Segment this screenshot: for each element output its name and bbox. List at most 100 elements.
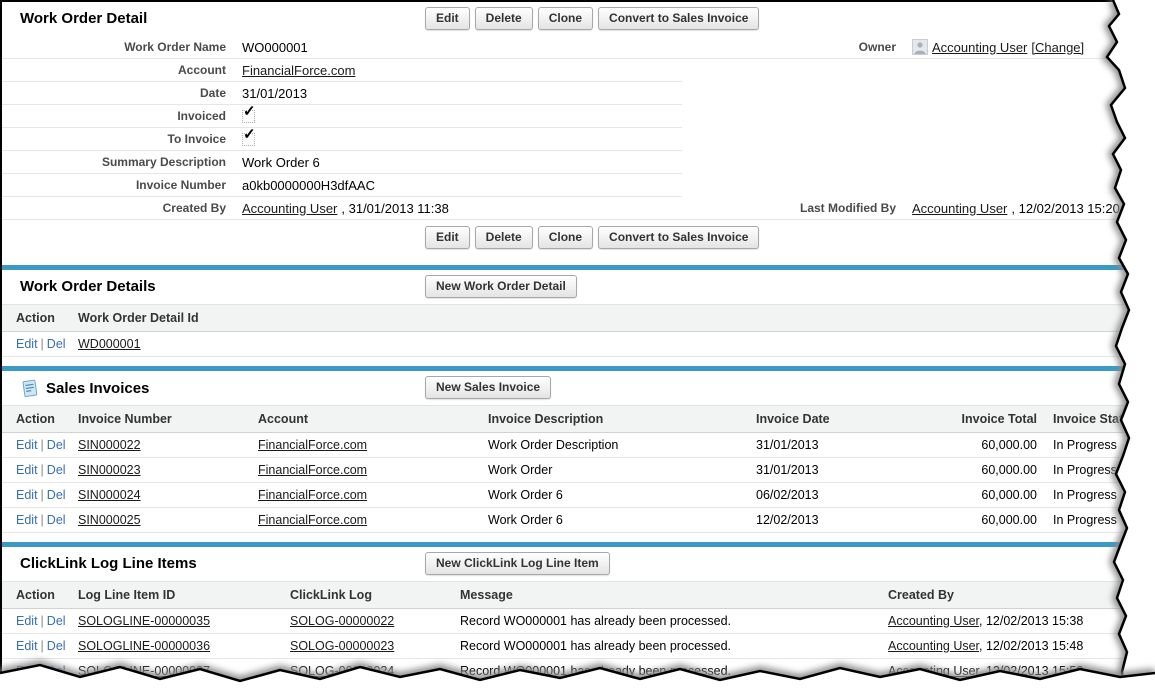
invoice-date: 31/01/2013 [748, 458, 873, 483]
log-line-item-id-link[interactable]: SOLOGLINE-00000035 [78, 614, 210, 628]
edit-button[interactable]: Edit [425, 226, 470, 249]
sales-invoices-table: Action Invoice Number Account Invoice De… [2, 405, 1130, 533]
invoice-total: 60,000.00 [873, 483, 1045, 508]
del-link[interactable]: Del [47, 664, 66, 678]
account-link[interactable]: FinancialForce.com [242, 63, 355, 78]
owner-user-link[interactable]: Accounting User [932, 40, 1027, 55]
account-link[interactable]: FinancialForce.com [258, 438, 367, 452]
edit-link[interactable]: Edit [16, 488, 38, 502]
last-modified-user-link[interactable]: Accounting User [912, 201, 1007, 216]
field-value: WO000001 [242, 40, 308, 55]
clicklink-log-link[interactable]: SOLOG-00000022 [290, 614, 394, 628]
table-row: Edit|Del WD000001 [2, 332, 1130, 357]
row-actions: Edit|Del [2, 508, 70, 533]
edit-link[interactable]: Edit [16, 639, 38, 653]
owner-avatar-icon [912, 39, 928, 55]
column-header-invoice-description: Invoice Description [480, 406, 748, 433]
created-by-datetime: , 12/02/2013 15:53 [979, 664, 1083, 678]
invoice-description: Work Order 6 [480, 483, 748, 508]
table-row: Edit|Del SOLOGLINE-00000035 SOLOG-000000… [2, 609, 1130, 634]
invoice-status: In Progress [1045, 458, 1130, 483]
column-header-action: Action [2, 406, 70, 433]
field-value: 31/01/2013 [242, 86, 307, 101]
account-link[interactable]: FinancialForce.com [258, 488, 367, 502]
clicklink-log-line-items-section: ClickLink Log Line Items New ClickLink L… [2, 542, 1130, 684]
field-work-order-name: Work Order Name WO000001 [2, 36, 682, 59]
clicklink-title: ClickLink Log Line Items [20, 555, 197, 572]
account-link[interactable]: FinancialForce.com [258, 463, 367, 477]
invoice-total: 60,000.00 [873, 458, 1045, 483]
field-owner: Owner Accounting User [Change] [682, 36, 1130, 59]
created-by-user-link[interactable]: Accounting User [888, 614, 979, 628]
record-action-buttons-bottom: Edit Delete Clone Convert to Sales Invoi… [425, 226, 759, 249]
account-link[interactable]: FinancialForce.com [258, 513, 367, 527]
del-link[interactable]: Del [47, 463, 66, 477]
delete-button[interactable]: Delete [475, 7, 533, 30]
invoice-status: In Progress [1045, 433, 1130, 458]
edit-link[interactable]: Edit [16, 463, 38, 477]
del-link[interactable]: Del [47, 438, 66, 452]
edit-link[interactable]: Edit [16, 513, 38, 527]
invoice-number-link[interactable]: SIN000024 [78, 488, 141, 502]
edit-link[interactable]: Edit [16, 438, 38, 452]
invoice-number-link[interactable]: SIN000023 [78, 463, 141, 477]
column-header-message: Message [452, 582, 880, 609]
work-order-details-table: Action Work Order Detail Id Edit|Del WD0… [2, 304, 1130, 357]
clone-button[interactable]: Clone [538, 226, 593, 249]
column-header-action: Action [2, 305, 70, 332]
edit-link[interactable]: Edit [16, 337, 38, 351]
invoice-date: 06/02/2013 [748, 483, 873, 508]
field-to-invoice: To Invoice ✓ [2, 128, 682, 151]
table-row: Edit|Del SIN000024 FinancialForce.com Wo… [2, 483, 1130, 508]
edit-link[interactable]: Edit [16, 614, 38, 628]
del-link[interactable]: Del [47, 639, 66, 653]
detail-fields: Work Order Name WO000001 Account Financi… [2, 36, 1130, 220]
page-frame: Work Order Detail Edit Delete Clone Conv… [0, 0, 1130, 693]
clicklink-log-link[interactable]: SOLOG-00000024 [290, 664, 394, 678]
row-actions: Edit|Del [2, 634, 70, 659]
clicklink-table: Action Log Line Item ID ClickLink Log Me… [2, 581, 1130, 684]
convert-to-sales-invoice-button[interactable]: Convert to Sales Invoice [598, 226, 759, 249]
table-row: Edit|Del SOLOGLINE-00000037 SOLOG-000000… [2, 659, 1130, 684]
last-modified-datetime: , 12/02/2013 15:20 [1011, 201, 1119, 216]
clone-button[interactable]: Clone [538, 7, 593, 30]
new-clicklink-log-line-item-button[interactable]: New ClickLink Log Line Item [425, 552, 610, 575]
field-value: Work Order 6 [242, 155, 320, 170]
work-order-details-section: Work Order Details New Work Order Detail… [2, 265, 1130, 357]
invoice-description: Work Order [480, 458, 748, 483]
column-header-invoice-date: Invoice Date [748, 406, 873, 433]
row-actions: Edit|Del [2, 483, 70, 508]
work-order-detail-id-link[interactable]: WD000001 [78, 337, 141, 351]
row-actions: Edit|Del [2, 609, 70, 634]
row-actions: Edit|Del [2, 433, 70, 458]
new-work-order-detail-button[interactable]: New Work Order Detail [425, 275, 577, 298]
invoice-total: 60,000.00 [873, 508, 1045, 533]
record-action-buttons-top: Edit Delete Clone Convert to Sales Invoi… [425, 7, 759, 30]
edit-link[interactable]: Edit [16, 664, 38, 678]
clicklink-log-link[interactable]: SOLOG-00000023 [290, 639, 394, 653]
invoice-number-link[interactable]: SIN000022 [78, 438, 141, 452]
created-by-user-link[interactable]: Accounting User [242, 201, 337, 216]
detail-fields-right-column: Owner Accounting User [Change] Last Modi… [682, 36, 1130, 220]
invoice-status: In Progress [1045, 508, 1130, 533]
delete-button[interactable]: Delete [475, 226, 533, 249]
del-link[interactable]: Del [47, 337, 66, 351]
sales-invoices-title: Sales Invoices [46, 380, 149, 397]
checkmark-icon: ✓ [243, 127, 256, 142]
new-sales-invoice-button[interactable]: New Sales Invoice [425, 376, 551, 399]
field-label: Last Modified By [682, 201, 912, 215]
edit-button[interactable]: Edit [425, 7, 470, 30]
log-line-item-id-link[interactable]: SOLOGLINE-00000036 [78, 639, 210, 653]
del-link[interactable]: Del [47, 614, 66, 628]
del-link[interactable]: Del [47, 488, 66, 502]
log-line-item-id-link[interactable]: SOLOGLINE-00000037 [78, 664, 210, 678]
created-by-user-link[interactable]: Accounting User [888, 639, 979, 653]
del-link[interactable]: Del [47, 513, 66, 527]
convert-to-sales-invoice-button[interactable]: Convert to Sales Invoice [598, 7, 759, 30]
field-label: Created By [2, 201, 242, 215]
column-header-clicklink-log: ClickLink Log [282, 582, 452, 609]
owner-change-link[interactable]: [Change] [1031, 40, 1084, 55]
sales-invoices-section: Sales Invoices New Sales Invoice Action … [2, 366, 1130, 533]
created-by-user-link[interactable]: Accounting User [888, 664, 979, 678]
invoice-number-link[interactable]: SIN000025 [78, 513, 141, 527]
